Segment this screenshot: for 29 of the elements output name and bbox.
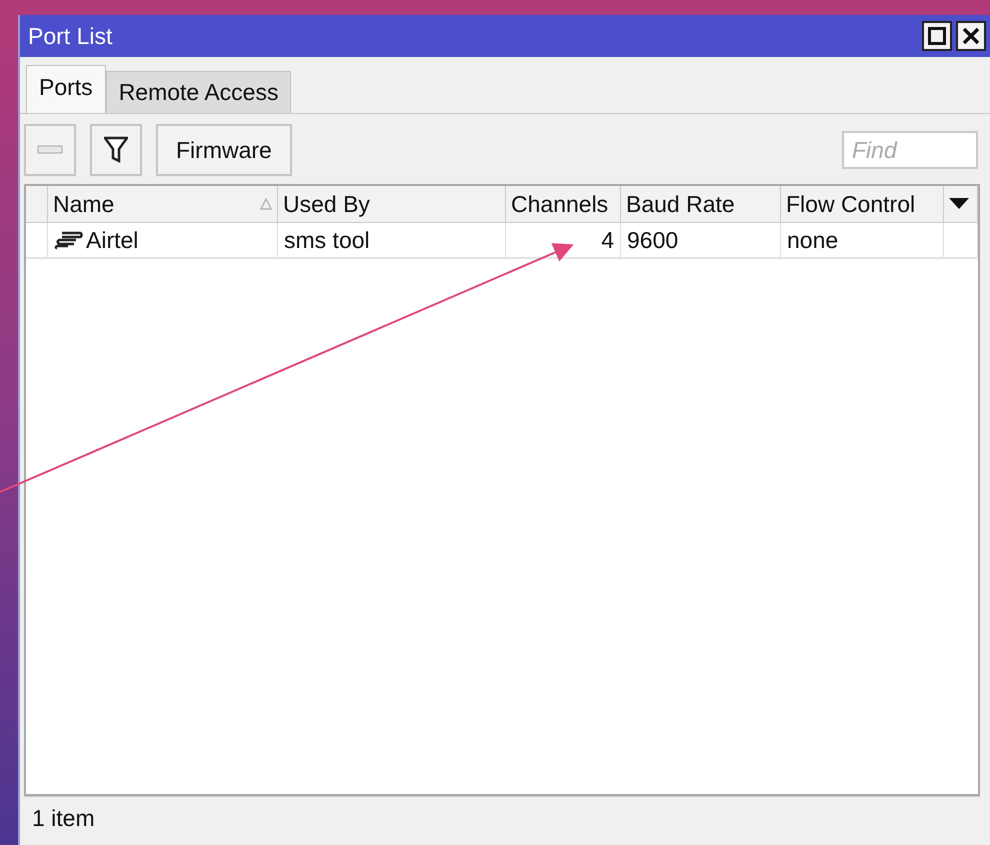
tab[interactable]: Ports — [26, 65, 106, 113]
minus-icon — [37, 145, 63, 155]
dropdown-icon[interactable] — [949, 198, 969, 210]
column-header[interactable]: Channels — [506, 186, 621, 223]
header-gutter — [26, 186, 48, 223]
close-icon — [962, 27, 980, 45]
table-cell — [944, 223, 978, 259]
table-cell: sms tool — [278, 223, 506, 259]
find-field[interactable]: Find — [842, 131, 978, 169]
filter-button[interactable] — [90, 124, 142, 176]
table-cell: Airtel — [48, 223, 278, 259]
table-cell: 9600 — [621, 223, 781, 259]
serial-port-icon — [54, 230, 84, 250]
window-title: Port List — [28, 22, 114, 50]
firmware-button[interactable]: Firmware — [156, 124, 292, 176]
column-header[interactable]: Used By — [278, 186, 506, 223]
maximize-icon — [928, 27, 946, 45]
status-text: 1 item — [32, 804, 95, 832]
maximize-button[interactable] — [922, 21, 952, 51]
column-header[interactable]: Flow Control — [781, 186, 944, 223]
column-header[interactable]: Baud Rate — [621, 186, 781, 223]
row-gutter — [26, 223, 48, 259]
column-menu-button[interactable] — [944, 186, 978, 223]
close-button[interactable] — [956, 21, 986, 51]
column-header[interactable]: Name — [48, 186, 278, 223]
table-cell: none — [781, 223, 944, 259]
filter-icon — [104, 136, 128, 164]
table-cell: 4 — [506, 223, 621, 259]
tab[interactable]: Remote Access — [106, 71, 292, 113]
